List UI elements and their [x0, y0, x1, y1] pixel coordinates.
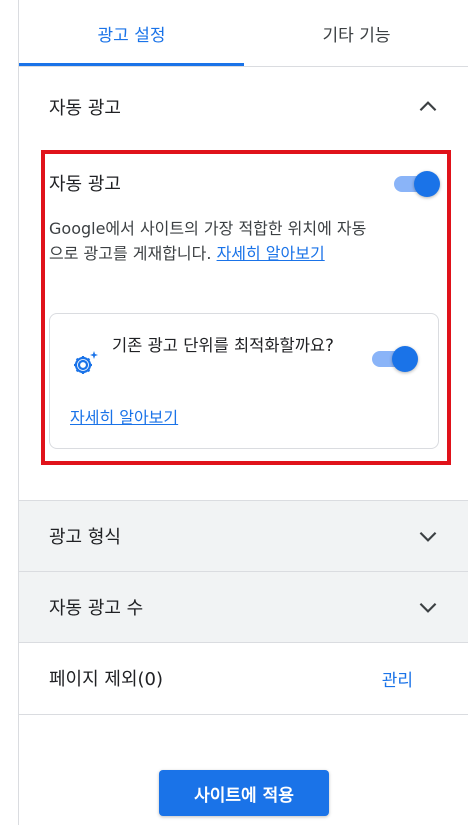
optimize-ad-units-toggle[interactable]: [372, 346, 418, 372]
optimize-ad-units-card: 기존 광고 단위를 최적화할까요? 자세히 알아보기: [49, 313, 439, 449]
auto-ads-toggle[interactable]: [394, 171, 440, 197]
section-title: 광고 형식: [49, 527, 121, 548]
section-title: 자동 광고: [49, 98, 121, 119]
auto-ads-setting-title: 자동 광고: [49, 174, 121, 195]
card-learn-more-link[interactable]: 자세히 알아보기: [70, 404, 178, 428]
auto-ads-description: Google에서 사이트의 가장 적합한 위치에 자동으로 광고를 게재합니다.…: [49, 216, 369, 266]
chevron-down-icon[interactable]: [415, 594, 441, 620]
chevron-up-icon[interactable]: [415, 94, 441, 120]
settings-sparkle-icon: [70, 348, 100, 378]
learn-more-link[interactable]: 자세히 알아보기: [217, 244, 325, 263]
chevron-down-icon[interactable]: [415, 523, 441, 549]
toggle-knob: [392, 346, 418, 372]
tab-ad-settings[interactable]: 광고 설정: [19, 0, 244, 66]
side-panel: 광고 설정 기타 기능 자동 광고 자동 광고 Google에서 사이트의 가장…: [18, 0, 468, 825]
ad-load-section-header[interactable]: 자동 광고 수: [19, 572, 468, 642]
manage-link[interactable]: 관리: [382, 666, 413, 691]
auto-ads-section-header[interactable]: 자동 광고: [19, 72, 468, 142]
tab-label: 광고 설정: [97, 25, 166, 46]
tab-other-features[interactable]: 기타 기능: [244, 0, 468, 66]
page-exclusions-title: 페이지 제외(0): [49, 669, 164, 690]
divider: [19, 714, 468, 715]
ad-formats-section-header[interactable]: 광고 형식: [19, 501, 468, 571]
page-exclusions-row: 페이지 제외(0) 관리: [19, 643, 468, 713]
toggle-knob: [414, 171, 440, 197]
tab-bar: 광고 설정 기타 기능: [19, 0, 468, 67]
active-tab-indicator: [19, 63, 244, 66]
optimize-question: 기존 광고 단위를 최적화할까요?: [112, 336, 334, 355]
section-title: 자동 광고 수: [49, 598, 144, 619]
apply-to-site-button[interactable]: 사이트에 적용: [159, 770, 329, 816]
tab-label: 기타 기능: [322, 25, 391, 46]
